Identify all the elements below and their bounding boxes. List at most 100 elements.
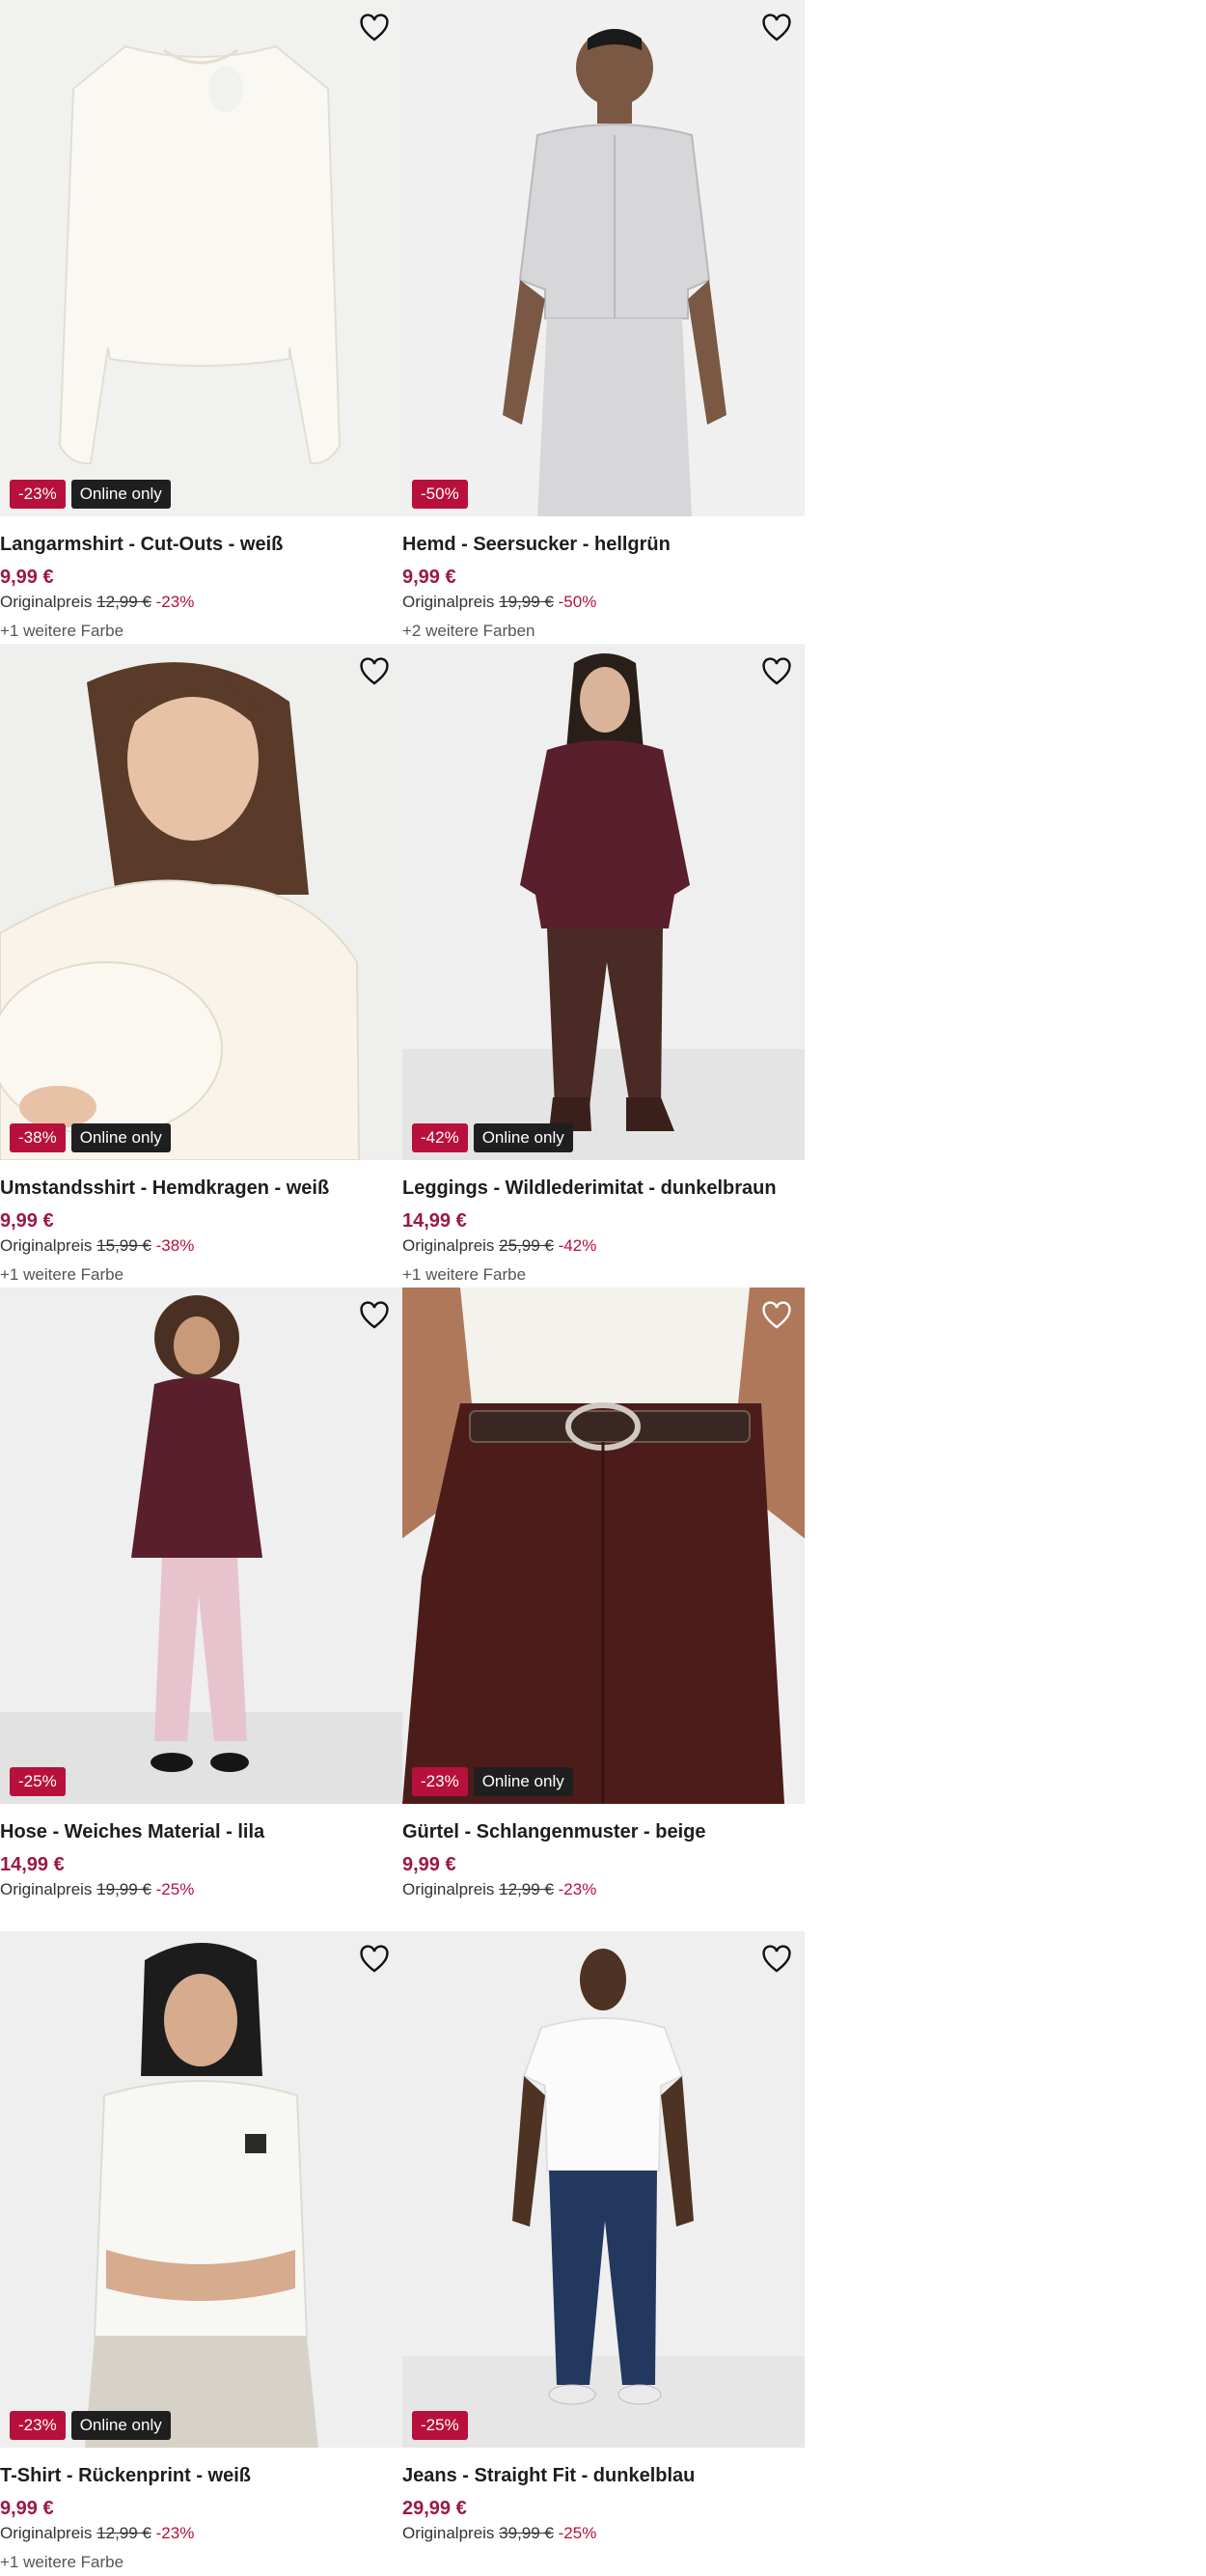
product-image[interactable]: -25% <box>0 1288 402 1804</box>
product-title[interactable]: Gürtel - Schlangenmuster - beige <box>402 1821 706 1843</box>
heart-outline-icon <box>762 657 791 685</box>
badge-group: -23% Online only <box>10 2411 171 2440</box>
product-price: 9,99 € <box>402 1854 456 1875</box>
badge-group: -25% <box>412 2411 468 2440</box>
wishlist-button[interactable] <box>760 1299 793 1332</box>
original-price-line: Originalpreis 19,99 € -25% <box>0 1880 194 1899</box>
online-only-badge: Online only <box>70 480 171 509</box>
product-photo <box>402 644 805 1160</box>
product-card[interactable]: -50% Hemd - Seersucker - hellgrün 9,99 €… <box>402 0 805 644</box>
original-price-label: Originalpreis <box>402 2524 495 2542</box>
product-price: 9,99 € <box>402 567 456 588</box>
product-image[interactable]: -25% <box>402 1931 805 2448</box>
discount-percent: -50% <box>558 593 597 611</box>
original-price-label: Originalpreis <box>0 1236 93 1255</box>
wishlist-button[interactable] <box>358 655 391 688</box>
original-price-line: Originalpreis 12,99 € -23% <box>0 2524 194 2543</box>
heart-outline-icon <box>360 1301 389 1329</box>
product-card[interactable]: -23% Online only Gürtel - Schlangenmuste… <box>402 1288 805 1931</box>
online-only-badge: Online only <box>70 1123 171 1152</box>
heart-outline-icon <box>360 14 389 42</box>
badge-group: -23% Online only <box>412 1767 573 1796</box>
original-price: 12,99 € <box>96 2524 151 2542</box>
discount-percent: -23% <box>155 2524 195 2542</box>
wishlist-button[interactable] <box>358 1299 391 1332</box>
original-price-line: Originalpreis 19,99 € -50% <box>402 593 596 612</box>
product-card[interactable]: -23% Online only Langarmshirt - Cut-Outs… <box>0 0 402 644</box>
heart-outline-icon <box>762 14 791 42</box>
discount-badge: -38% <box>10 1123 66 1152</box>
original-price-line: Originalpreis 25,99 € -42% <box>402 1236 596 1256</box>
wishlist-button[interactable] <box>358 1943 391 1976</box>
product-image[interactable]: -23% Online only <box>0 0 402 516</box>
product-title[interactable]: T-Shirt - Rückenprint - weiß <box>0 2465 251 2487</box>
product-card[interactable]: -38% Online only Umstandsshirt - Hemdkra… <box>0 644 402 1288</box>
more-colors-label[interactable]: +1 weitere Farbe <box>402 1265 526 1285</box>
product-title[interactable]: Leggings - Wildlederimitat - dunkelbraun <box>402 1177 777 1200</box>
product-photo <box>402 1288 805 1804</box>
discount-badge: -23% <box>10 2411 66 2440</box>
product-price: 29,99 € <box>402 2498 467 2519</box>
online-only-badge: Online only <box>473 1767 573 1796</box>
product-photo <box>402 0 805 516</box>
product-image[interactable]: -23% Online only <box>0 1931 402 2448</box>
product-image[interactable]: -38% Online only <box>0 644 402 1160</box>
original-price-label: Originalpreis <box>0 593 93 611</box>
original-price: 12,99 € <box>499 1880 554 1898</box>
discount-percent: -38% <box>155 1236 195 1255</box>
product-title[interactable]: Hose - Weiches Material - lila <box>0 1821 264 1843</box>
wishlist-button[interactable] <box>358 12 391 44</box>
discount-percent: -25% <box>558 2524 597 2542</box>
product-card[interactable]: -25% Jeans - Straight Fit - dunkelblau 2… <box>402 1931 805 2575</box>
product-title[interactable]: Langarmshirt - Cut-Outs - weiß <box>0 534 283 556</box>
discount-percent: -23% <box>155 593 195 611</box>
product-card[interactable]: -42% Online only Leggings - Wildlederimi… <box>402 644 805 1288</box>
product-price: 9,99 € <box>0 1210 54 1232</box>
discount-percent: -25% <box>155 1880 195 1898</box>
wishlist-button[interactable] <box>760 1943 793 1976</box>
product-photo <box>402 1931 805 2448</box>
original-price: 19,99 € <box>96 1880 151 1898</box>
original-price: 19,99 € <box>499 593 554 611</box>
badge-group: -25% <box>10 1767 66 1796</box>
discount-percent: -42% <box>558 1236 597 1255</box>
original-price-label: Originalpreis <box>402 593 495 611</box>
product-price: 9,99 € <box>0 567 54 588</box>
product-photo <box>0 1288 402 1804</box>
original-price: 12,99 € <box>96 593 151 611</box>
product-price: 14,99 € <box>0 1854 65 1875</box>
product-card[interactable]: -25% Hose - Weiches Material - lila 14,9… <box>0 1288 402 1931</box>
original-price-label: Originalpreis <box>0 2524 93 2542</box>
wishlist-button[interactable] <box>760 655 793 688</box>
more-colors-label[interactable]: +2 weitere Farben <box>402 622 535 641</box>
online-only-badge: Online only <box>473 1123 573 1152</box>
product-image[interactable]: -42% Online only <box>402 644 805 1160</box>
product-title[interactable]: Umstandsshirt - Hemdkragen - weiß <box>0 1177 329 1200</box>
product-image[interactable]: -50% <box>402 0 805 516</box>
original-price-line: Originalpreis 15,99 € -38% <box>0 1236 194 1256</box>
more-colors-label[interactable]: +1 weitere Farbe <box>0 2553 123 2572</box>
product-image[interactable]: -23% Online only <box>402 1288 805 1804</box>
more-colors-label[interactable]: +1 weitere Farbe <box>0 1265 123 1285</box>
product-title[interactable]: Jeans - Straight Fit - dunkelblau <box>402 2465 695 2487</box>
product-price: 14,99 € <box>402 1210 467 1232</box>
discount-percent: -23% <box>558 1880 597 1898</box>
discount-badge: -25% <box>412 2411 468 2440</box>
online-only-badge: Online only <box>70 2411 171 2440</box>
discount-badge: -50% <box>412 480 468 509</box>
heart-outline-icon <box>360 1945 389 1973</box>
product-card[interactable]: -23% Online only T-Shirt - Rückenprint -… <box>0 1931 402 2575</box>
discount-badge: -23% <box>412 1767 468 1796</box>
product-photo <box>0 1931 402 2448</box>
original-price-label: Originalpreis <box>402 1880 495 1898</box>
original-price-label: Originalpreis <box>402 1236 495 1255</box>
original-price-label: Originalpreis <box>0 1880 93 1898</box>
original-price: 15,99 € <box>96 1236 151 1255</box>
wishlist-button[interactable] <box>760 12 793 44</box>
product-photo <box>0 0 402 516</box>
more-colors-label[interactable]: +1 weitere Farbe <box>0 622 123 641</box>
original-price-line: Originalpreis 12,99 € -23% <box>0 593 194 612</box>
badge-group: -50% <box>412 480 468 509</box>
product-price: 9,99 € <box>0 2498 54 2519</box>
product-title[interactable]: Hemd - Seersucker - hellgrün <box>402 534 671 556</box>
